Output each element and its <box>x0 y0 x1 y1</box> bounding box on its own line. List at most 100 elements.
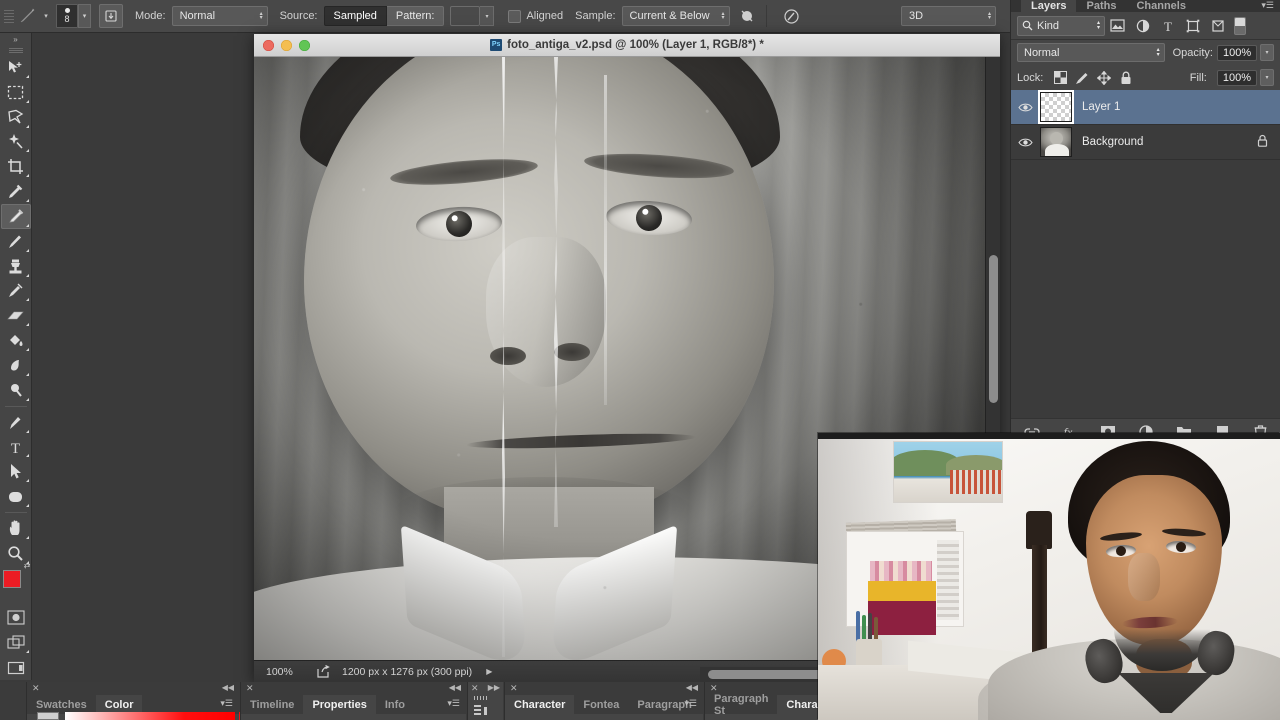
filter-adjustment-layers-icon[interactable] <box>1130 15 1155 37</box>
swap-colors-icon[interactable]: ⇄ <box>24 561 31 570</box>
active-tool-preview[interactable] <box>14 4 40 28</box>
tab-paths[interactable]: Paths <box>1076 0 1126 12</box>
blend-mode-select[interactable]: Normal ▴ ▾ <box>1017 43 1165 62</box>
document-titlebar[interactable]: Ps foto_antiga_v2.psd @ 100% (Layer 1, R… <box>254 34 1000 57</box>
sidebar-item-shape-tool[interactable] <box>1 484 31 509</box>
sidebar-item-path-selection-tool[interactable] <box>1 459 31 484</box>
layer-visibility-toggle[interactable] <box>1011 137 1040 148</box>
color-swatches[interactable]: ⇄ <box>1 561 31 598</box>
actions-dock-icon[interactable] <box>473 704 489 720</box>
sidebar-item-move-tool[interactable] <box>1 55 31 80</box>
tab-layers[interactable]: Layers <box>1021 0 1077 12</box>
aligned-checkbox[interactable] <box>508 9 522 23</box>
close-icon[interactable]: ✕ <box>510 683 518 694</box>
tab-properties[interactable]: Properties <box>303 695 376 714</box>
sidebar-item-blur-tool[interactable] <box>1 353 31 378</box>
sidebar-item-crop-tool[interactable] <box>1 154 31 179</box>
source-pattern-button[interactable]: Pattern: <box>386 6 445 26</box>
collapse-icon[interactable]: ◀◀ <box>449 683 461 692</box>
tab-channels[interactable]: Channels <box>1126 0 1196 12</box>
sidebar-item-eyedropper-tool[interactable] <box>1 179 31 204</box>
share-icon[interactable] <box>312 665 334 678</box>
layer-visibility-toggle[interactable] <box>1011 102 1040 113</box>
sidebar-item-history-brush-tool[interactable] <box>1 279 31 304</box>
layer-name[interactable]: Background <box>1082 136 1143 148</box>
filter-pixel-layers-icon[interactable] <box>1105 15 1130 37</box>
status-menu-triangle-icon[interactable]: ▶ <box>472 667 492 676</box>
foreground-color-swatch[interactable] <box>2 569 21 588</box>
fill-value[interactable]: 100% <box>1216 69 1257 86</box>
diffusion-button[interactable] <box>781 5 803 27</box>
panel-menu-icon[interactable]: ▾☰ <box>447 698 460 709</box>
source-sampled-button[interactable]: Sampled <box>323 6 387 26</box>
collapse-icon[interactable]: ◀◀ <box>686 683 698 692</box>
tool-preset-chevron-icon[interactable]: ▾ <box>40 5 52 27</box>
filter-shape-layers-icon[interactable] <box>1180 15 1205 37</box>
close-icon[interactable]: ✕ <box>246 683 254 694</box>
layer-thumbnail[interactable] <box>1040 127 1072 157</box>
sidebar-item-clone-stamp-tool[interactable] <box>1 254 31 279</box>
lock-all-icon[interactable] <box>1115 68 1137 88</box>
sidebar-item-type-tool[interactable]: T <box>1 435 31 460</box>
brush-panel-toggle-button[interactable] <box>99 4 123 28</box>
tab-fontea[interactable]: Fontea <box>574 695 629 714</box>
sidebar-item-healing-brush-tool[interactable] <box>0 204 31 229</box>
lock-position-icon[interactable] <box>1093 68 1115 88</box>
sidebar-item-pen-tool[interactable] <box>1 410 31 435</box>
sidebar-item-gradient-tool[interactable] <box>1 328 31 353</box>
tab-info[interactable]: Info <box>375 695 415 714</box>
color-current-swatch[interactable] <box>37 712 59 720</box>
ignore-adjustment-layers-button[interactable] <box>736 5 758 27</box>
layer-name[interactable]: Layer 1 <box>1082 101 1120 113</box>
layer-filter-kind-select[interactable]: Kind ▴ ▾ <box>1017 15 1105 36</box>
pattern-swatch[interactable] <box>450 6 481 26</box>
toolbar-drag-handle[interactable] <box>5 46 27 55</box>
sidebar-item-brush-tool[interactable] <box>1 229 31 254</box>
options-bar-grip[interactable] <box>4 4 14 28</box>
paint-bucket-icon <box>10 335 23 347</box>
pattern-picker-chevron-icon[interactable]: ▾ <box>480 6 495 26</box>
sidebar-item-lasso-tool[interactable] <box>1 105 31 130</box>
panel-menu-icon[interactable]: ▾☰ <box>1261 0 1274 11</box>
layer-thumbnail[interactable] <box>1040 92 1072 122</box>
status-zoom-value[interactable]: 100% <box>254 666 312 678</box>
panel-menu-icon[interactable]: ▾☰ <box>220 698 233 709</box>
workspace-3d-select[interactable]: 3D ▴ ▾ <box>901 6 996 26</box>
toolbar-collapse-button[interactable]: » <box>0 33 32 46</box>
sidebar-item-rectangular-marquee-tool[interactable] <box>1 80 31 105</box>
opacity-value[interactable]: 100% <box>1216 44 1258 61</box>
table-row[interactable]: Background <box>1011 125 1280 160</box>
sample-select[interactable]: Current & Below ▴ ▾ <box>621 6 730 26</box>
lock-image-pixels-icon[interactable] <box>1071 68 1093 88</box>
close-icon[interactable]: ✕ <box>471 683 479 694</box>
sidebar-item-hand-tool[interactable] <box>1 516 31 541</box>
layer-filter-power-toggle[interactable] <box>1234 16 1246 35</box>
tab-character[interactable]: Character <box>505 695 575 714</box>
lock-transparent-pixels-icon[interactable] <box>1049 68 1071 88</box>
screen-mode-secondary[interactable] <box>1 655 31 680</box>
histogram-dock-icon[interactable] <box>474 696 488 700</box>
type-tool-icon: T <box>11 441 20 456</box>
mode-select[interactable]: Normal ▴ ▾ <box>171 6 268 26</box>
sidebar-item-dodge-tool[interactable] <box>1 378 31 403</box>
tab-timeline[interactable]: Timeline <box>241 695 304 714</box>
color-spectrum-ramp[interactable] <box>65 712 235 720</box>
scrollbar-thumb[interactable] <box>989 255 998 403</box>
panel-menu-icon[interactable]: ▾☰ <box>684 698 697 709</box>
screen-mode-toggle[interactable] <box>1 630 31 655</box>
filter-type-layers-icon[interactable]: T <box>1155 15 1180 37</box>
source-segmented-control[interactable]: Sampled Pattern: <box>323 6 445 26</box>
fill-stepper-icon[interactable]: ▾ <box>1260 69 1274 86</box>
tab-paragraph-styles[interactable]: Paragraph St <box>705 693 778 717</box>
brush-size-chip[interactable]: 8 <box>56 4 78 28</box>
close-icon[interactable]: ✕ <box>32 683 40 694</box>
collapse-icon[interactable]: ◀◀ <box>222 683 234 692</box>
opacity-stepper-icon[interactable]: ▾ <box>1260 44 1274 61</box>
filter-smart-objects-icon[interactable] <box>1205 15 1230 37</box>
quick-mask-toggle[interactable] <box>1 605 31 630</box>
sidebar-item-eraser-tool[interactable] <box>1 303 31 328</box>
sidebar-item-quick-selection-tool[interactable] <box>1 130 31 155</box>
table-row[interactable]: Layer 1 <box>1011 90 1280 125</box>
expand-icon[interactable]: ▶▶ <box>488 683 500 692</box>
brush-picker-chevron-icon[interactable]: ▾ <box>78 4 91 28</box>
